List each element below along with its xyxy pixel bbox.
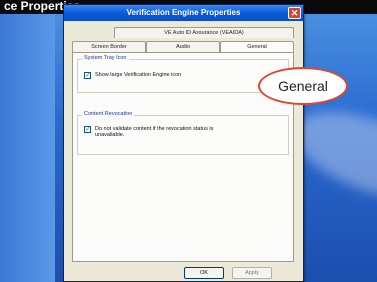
apply-button[interactable]: Apply [232,267,272,279]
desktop-left-area [0,14,55,282]
general-callout: General [258,67,348,105]
do-not-validate-row[interactable]: ✓ Do not validate content if the revocat… [84,126,234,138]
content-revocation-group-title: Content Revocation [82,111,135,117]
tab-veaida[interactable]: VE Auto ID Assurance (VEAIDA) [114,27,294,38]
do-not-validate-label: Do not validate content if the revocatio… [95,126,214,138]
tab-row-top: VE Auto ID Assurance (VEAIDA) [72,27,294,39]
content-revocation-group: Content Revocation ✓ Do not validate con… [77,111,289,155]
checkmark-icon: ✓ [85,72,91,79]
close-icon: ✕ [290,8,299,18]
show-large-icon-row[interactable]: ✓ Show large Verification Engine icon [84,72,181,79]
tab-audio[interactable]: Audio [146,41,220,52]
tab-screen-border[interactable]: Screen Border [72,41,146,52]
show-large-icon-checkbox[interactable]: ✓ [84,72,91,79]
do-not-validate-checkbox[interactable]: ✓ [84,126,91,133]
system-tray-group-title: System Tray Icon [82,55,129,61]
ok-button[interactable]: OK [184,267,224,279]
show-large-icon-label: Show large Verification Engine icon [95,72,182,78]
tab-general[interactable]: General [220,41,294,52]
system-tray-group: System Tray Icon ✓ Show large Verificati… [77,55,289,93]
close-button[interactable]: ✕ [288,7,301,19]
checkmark-icon: ✓ [85,126,91,133]
properties-dialog: Verification Engine Properties ✕ VE Auto… [63,4,304,282]
dialog-titlebar[interactable]: Verification Engine Properties ✕ [64,5,303,21]
dialog-title: Verification Engine Properties [126,8,241,17]
